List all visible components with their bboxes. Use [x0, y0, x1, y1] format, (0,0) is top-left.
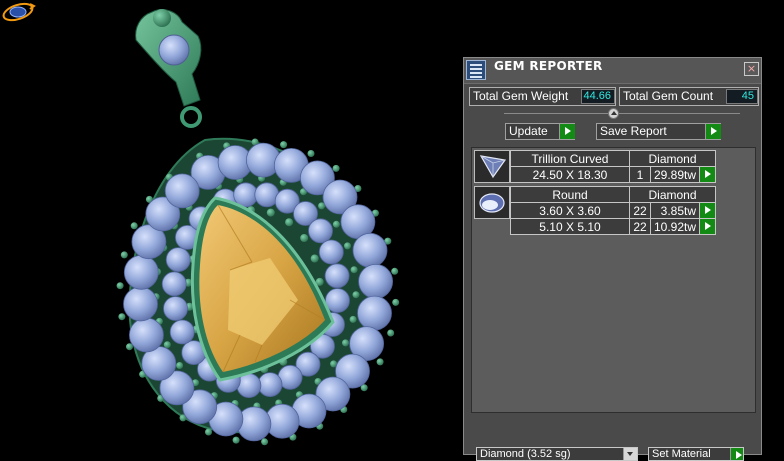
save-report-button[interactable]: Save Report: [596, 123, 721, 140]
gem-weight: 3.85tw: [649, 202, 701, 219]
gem-reporter-icon: [466, 60, 486, 80]
gem-group-header: Round Diamond: [510, 186, 717, 203]
gem-count: 22: [629, 202, 651, 219]
save-report-go-icon[interactable]: [705, 124, 721, 139]
gem-group-trillion: Trillion Curved Diamond 24.50 X 18.30 1 …: [510, 150, 717, 183]
halo-gem: [308, 218, 333, 244]
halo-gem: [358, 263, 394, 299]
prong-bead: [232, 436, 240, 444]
gem-shape: Round: [510, 186, 630, 203]
gem-row[interactable]: 3.60 X 3.60 22 3.85tw: [510, 202, 717, 219]
halo-gem: [236, 373, 262, 399]
set-material-button[interactable]: Set Material: [648, 447, 744, 461]
trillion-gem-icon[interactable]: [474, 150, 510, 183]
gem-count: 22: [629, 218, 651, 235]
prong-bead: [300, 234, 309, 242]
gem-row-go-icon[interactable]: [699, 218, 717, 235]
prong-bead: [391, 267, 399, 275]
update-go-icon[interactable]: [559, 124, 575, 139]
gem-list: Trillion Curved Diamond 24.50 X 18.30 1 …: [471, 147, 756, 413]
prong-bead: [266, 208, 275, 217]
gem-group-header: Trillion Curved Diamond: [510, 150, 717, 167]
set-material-label: Set Material: [652, 448, 711, 460]
halo-gem: [164, 173, 200, 209]
update-button[interactable]: Update: [505, 123, 575, 140]
gem-row[interactable]: 24.50 X 18.30 1 29.89tw: [510, 166, 717, 183]
prong-bead: [352, 291, 360, 299]
panel-title: GEM REPORTER: [494, 59, 603, 73]
update-button-label: Update: [509, 124, 548, 138]
halo-gem: [123, 254, 159, 290]
save-report-button-label: Save Report: [600, 124, 667, 138]
halo-gem: [163, 296, 188, 321]
total-weight-label: Total Gem Weight: [473, 89, 569, 103]
gem-weight: 29.89tw: [649, 166, 701, 183]
section-divider: [504, 113, 740, 114]
total-count-label: Total Gem Count: [623, 89, 714, 103]
prong-bead: [387, 329, 395, 337]
prong-bead: [130, 222, 138, 230]
prong-bead: [332, 220, 340, 228]
gem-row-go-icon[interactable]: [699, 166, 717, 183]
halo-gem: [357, 295, 392, 331]
prong-bead: [307, 150, 315, 157]
set-material-go-icon[interactable]: [730, 448, 743, 460]
halo-gem: [324, 263, 350, 289]
prong-bead: [120, 251, 128, 259]
prong-bead: [350, 266, 358, 274]
halo-gem: [169, 319, 195, 345]
gem-size: 5.10 X 5.10: [510, 218, 630, 235]
gem-weight: 10.92tw: [649, 218, 701, 235]
total-count-value: 45: [726, 89, 758, 104]
halo-gem: [318, 239, 344, 265]
gem-size: 24.50 X 18.30: [510, 166, 630, 183]
gem-row[interactable]: 5.10 X 5.10 22 10.92tw: [510, 218, 717, 235]
bail: [135, 9, 202, 128]
prong-bead: [285, 218, 294, 227]
gem-material: Diamond: [628, 150, 717, 167]
halo-gem: [128, 317, 164, 353]
gem-shape: Trillion Curved: [510, 150, 630, 167]
prong-bead: [349, 315, 357, 323]
prong-bead: [332, 164, 340, 172]
round-gem-icon[interactable]: [474, 186, 510, 219]
prong-bead: [310, 254, 319, 263]
prong-bead: [118, 313, 126, 321]
gem-material: Diamond: [628, 186, 717, 203]
total-count-box: Total Gem Count 45: [619, 87, 759, 106]
prong-bead: [392, 298, 400, 306]
gem-group-round: Round Diamond 3.60 X 3.60 22 3.85tw 5.10…: [510, 186, 717, 235]
prong-bead: [280, 141, 288, 149]
prong-bead: [344, 242, 351, 250]
total-weight-value: 44.66: [581, 89, 615, 104]
halo-gem: [165, 247, 191, 273]
prong-bead: [205, 428, 212, 436]
close-icon[interactable]: ×: [744, 62, 759, 76]
prong-bead: [116, 282, 124, 290]
halo-gem: [325, 288, 350, 313]
prong-bead: [376, 358, 384, 366]
total-weight-box: Total Gem Weight 44.66: [469, 87, 616, 106]
prong-bead: [261, 438, 269, 446]
material-select-value: Diamond (3.52 sg): [480, 448, 571, 460]
halo-gem: [161, 271, 187, 297]
panel-titlebar[interactable]: GEM REPORTER ×: [464, 58, 761, 84]
prong-bead: [176, 362, 184, 369]
gem-row-go-icon[interactable]: [699, 202, 717, 219]
chevron-down-icon[interactable]: [623, 448, 637, 460]
orbit-gizmo-icon[interactable]: [0, 0, 36, 24]
collapse-toggle-icon[interactable]: [608, 108, 619, 119]
gem-size: 3.60 X 3.60: [510, 202, 630, 219]
prong-bead: [342, 339, 349, 347]
halo-gem: [123, 286, 158, 322]
gem-reporter-panel: GEM REPORTER × Total Gem Weight 44.66 To…: [463, 57, 762, 461]
material-select[interactable]: Diamond (3.52 sg): [476, 447, 638, 461]
halo-gem: [257, 372, 283, 398]
prong-bead: [163, 341, 171, 349]
gem-count: 1: [629, 166, 651, 183]
halo-gem: [352, 232, 388, 268]
